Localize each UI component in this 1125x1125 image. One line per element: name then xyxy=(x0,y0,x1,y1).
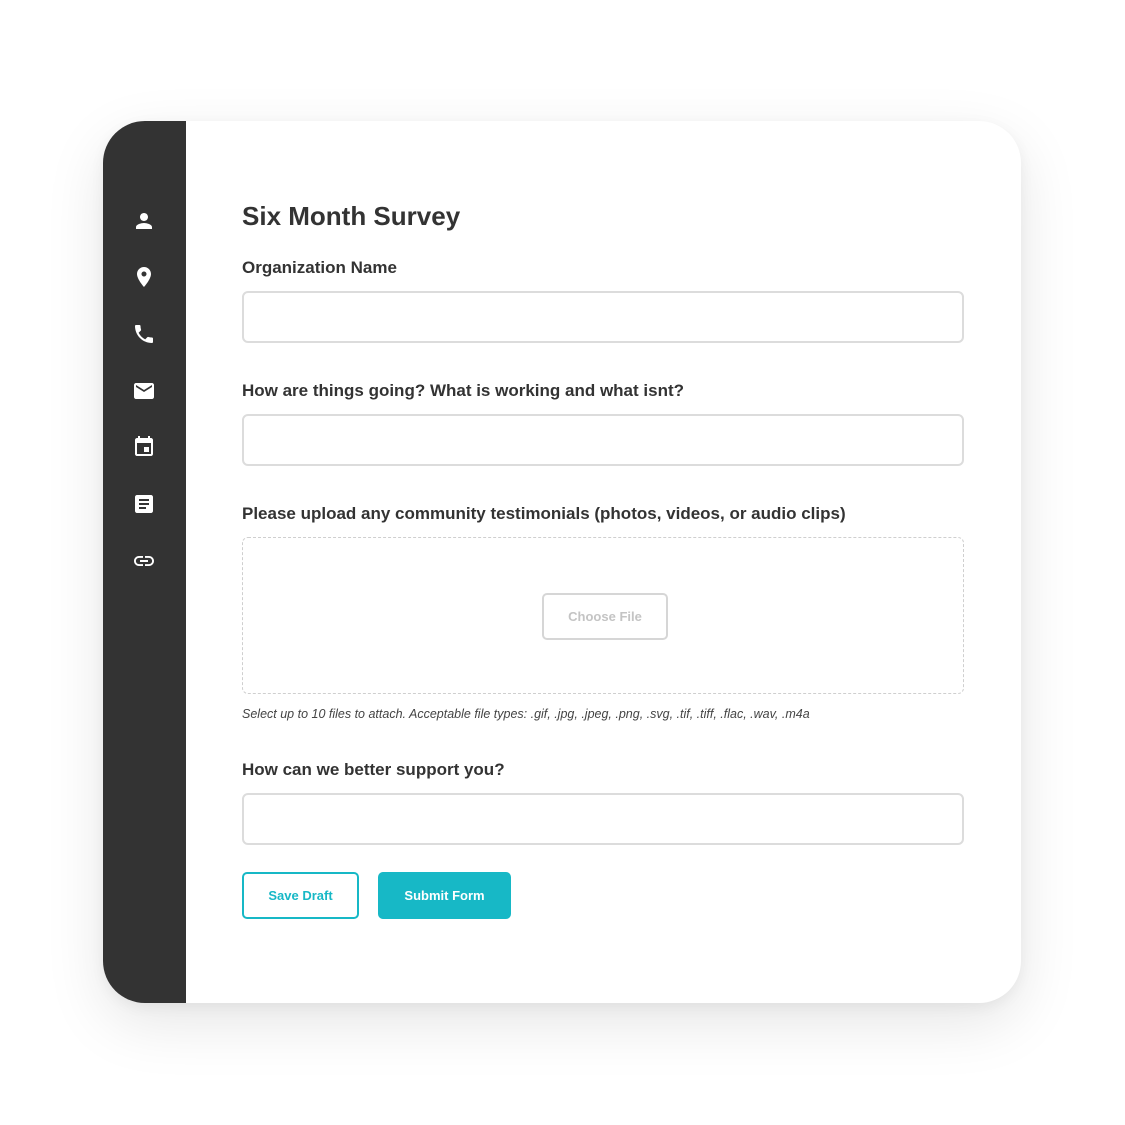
save-draft-button[interactable]: Save Draft xyxy=(242,872,359,919)
how-are-things-going-input[interactable] xyxy=(242,414,964,466)
sidebar xyxy=(103,121,186,1003)
organization-name-label: Organization Name xyxy=(242,258,397,277)
calendar-icon[interactable] xyxy=(131,434,157,460)
location-pin-icon[interactable] xyxy=(131,264,157,290)
organization-name-input[interactable] xyxy=(242,291,964,343)
email-icon[interactable] xyxy=(131,378,157,404)
survey-card: Six Month Survey Organization Name How a… xyxy=(103,121,1021,1003)
document-icon[interactable] xyxy=(131,491,157,517)
file-dropzone[interactable]: Choose File xyxy=(242,537,964,694)
upload-help-text: Select up to 10 files to attach. Accepta… xyxy=(242,707,810,721)
user-icon[interactable] xyxy=(131,208,157,234)
page-title: Six Month Survey xyxy=(242,201,461,231)
choose-file-button[interactable]: Choose File xyxy=(542,593,668,640)
how-are-things-going-label: How are things going? What is working an… xyxy=(242,381,684,400)
phone-icon[interactable] xyxy=(131,321,157,347)
survey-form: Six Month Survey Organization Name How a… xyxy=(242,121,964,1003)
link-icon[interactable] xyxy=(131,548,157,574)
better-support-input[interactable] xyxy=(242,793,964,845)
better-support-label: How can we better support you? xyxy=(242,760,505,779)
testimonials-upload-label: Please upload any community testimonials… xyxy=(242,504,846,523)
submit-form-button[interactable]: Submit Form xyxy=(378,872,511,919)
